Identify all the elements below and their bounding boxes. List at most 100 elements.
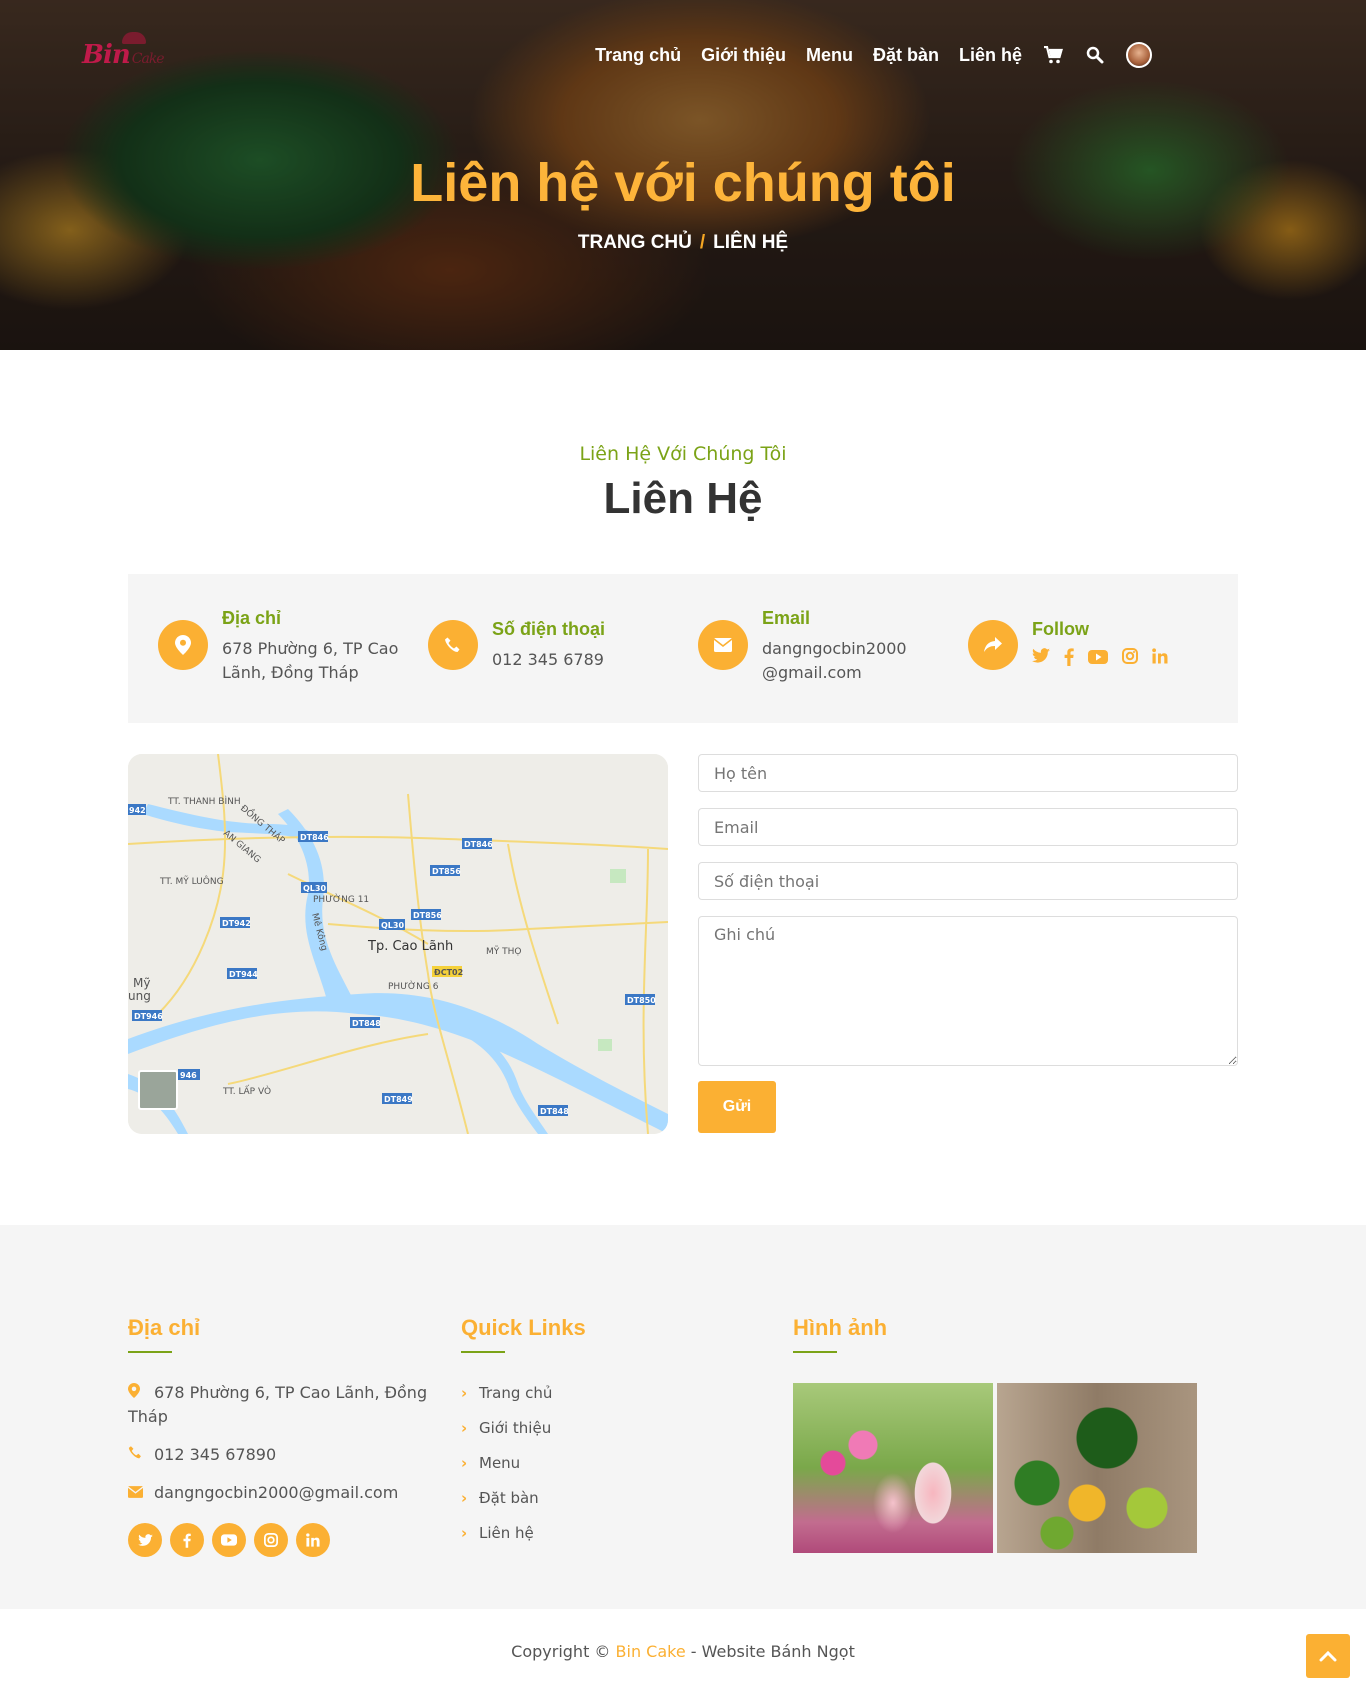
map-layer-toggle[interactable] — [138, 1070, 178, 1110]
road-label: DT944 — [229, 970, 258, 979]
road-label: DT846 — [300, 833, 329, 842]
copyright: Copyright © Bin Cake - Website Bánh Ngọt — [0, 1642, 1366, 1661]
footer-email-row: dangngocbin2000@gmail.com — [127, 1481, 428, 1505]
linkedin-icon[interactable] — [1152, 648, 1168, 671]
quick-link-booking[interactable]: › Đặt bàn — [461, 1480, 721, 1515]
map-marker-icon — [128, 1381, 154, 1405]
search-icon[interactable] — [1084, 44, 1106, 66]
breadcrumb: TRANG CHỦ / LIÊN HỆ — [0, 232, 1366, 254]
road-label: DT946 — [134, 1012, 163, 1021]
road-label: DT942 — [222, 919, 251, 928]
road-label: DT848 — [540, 1107, 569, 1116]
google-map[interactable]: TT. THANH BÌNH ĐỒNG THÁP AN GIANG TT. MỸ… — [128, 754, 668, 1134]
instagram-icon[interactable] — [254, 1523, 288, 1557]
footer-socials — [128, 1523, 428, 1557]
twitter-icon[interactable] — [128, 1523, 162, 1557]
quick-link-label: Giới thiệu — [479, 1418, 552, 1437]
info-address: Địa chỉ 678 Phường 6, TP Cao Lãnh, Đồng … — [158, 608, 398, 685]
follow-socials — [1032, 648, 1168, 671]
contact-info-box: Địa chỉ 678 Phường 6, TP Cao Lãnh, Đồng … — [128, 574, 1238, 723]
gallery — [793, 1383, 1213, 1553]
logo[interactable]: Bin Cake — [82, 32, 165, 70]
road-label: 942 — [129, 806, 146, 815]
youtube-icon[interactable] — [212, 1523, 246, 1557]
facebook-icon[interactable] — [170, 1523, 204, 1557]
gallery-image-vegetables[interactable] — [997, 1383, 1197, 1553]
twitter-icon[interactable] — [1032, 648, 1050, 671]
nav-about[interactable]: Giới thiệu — [701, 45, 786, 66]
email-label: Email — [762, 608, 811, 628]
name-input[interactable] — [698, 754, 1238, 792]
map-label: TT. MỸ LUÔNG — [159, 875, 224, 887]
hero-banner: Bin Cake Trang chủ Giới thiệu Menu Đặt bà… — [0, 0, 1366, 350]
road-label: 946 — [180, 1071, 197, 1080]
map-label: MỸ THỌ — [486, 946, 521, 957]
nav-booking[interactable]: Đặt bàn — [873, 45, 939, 66]
footer-phone: 012 345 67890 — [154, 1445, 277, 1464]
email-input[interactable] — [698, 808, 1238, 846]
back-to-top-button[interactable] — [1306, 1634, 1350, 1678]
chevron-right-icon: › — [461, 1488, 468, 1507]
cart-icon[interactable] — [1042, 44, 1064, 66]
footer-email: dangngocbin2000@gmail.com — [154, 1483, 399, 1502]
facebook-icon[interactable] — [1064, 648, 1074, 671]
quick-link-menu[interactable]: › Menu — [461, 1445, 721, 1480]
footer-links-col: Quick Links › Trang chủ › Giới thiệu › Menu… — [461, 1315, 721, 1550]
section-title: Liên Hệ — [603, 474, 763, 523]
chevron-right-icon: › — [461, 1383, 468, 1402]
quick-link-label: Liên hệ — [479, 1523, 534, 1542]
nav-menu[interactable]: Menu — [806, 45, 853, 66]
phone-label: Số điện thoại — [492, 619, 606, 639]
phone-icon — [428, 620, 478, 670]
envelope-icon — [698, 620, 748, 670]
youtube-icon[interactable] — [1088, 648, 1108, 671]
avatar[interactable] — [1126, 42, 1152, 68]
gallery-image-drinks[interactable] — [793, 1383, 993, 1553]
road-label: ĐCT02 — [434, 968, 463, 977]
address-line1: 678 Phường 6, TP Cao — [222, 639, 399, 658]
footer-address-col: Địa chỉ 678 Phường 6, TP Cao Lãnh, Đồng … — [127, 1315, 428, 1557]
copyright-brand-link[interactable]: Bin Cake — [616, 1642, 686, 1661]
quick-link-about[interactable]: › Giới thiệu — [461, 1410, 721, 1445]
info-phone: Số điện thoại 012 345 6789 — [428, 608, 605, 672]
map-label: TT. THANH BÌNH — [167, 795, 241, 807]
breadcrumb-separator: / — [699, 232, 706, 253]
heading-underline — [128, 1351, 172, 1353]
map-label: TT. LẤP VÒ — [222, 1085, 271, 1097]
submit-button[interactable]: Gửi — [698, 1081, 776, 1133]
info-email: Email dangngocbin2000 @gmail.com — [698, 608, 907, 685]
map-label: PHƯỜNG 6 — [388, 980, 439, 992]
map-marker-icon — [158, 620, 208, 670]
logo-suffix: Cake — [131, 51, 165, 67]
address-line2: Lãnh, Đồng Tháp — [222, 663, 359, 682]
nav-home[interactable]: Trang chủ — [595, 45, 681, 66]
quick-link-home[interactable]: › Trang chủ — [461, 1375, 721, 1410]
heading-underline — [461, 1351, 505, 1353]
footer-address-line1: 678 Phường 6, TP Cao Lãnh, Đồng — [154, 1383, 428, 1402]
info-follow: Follow — [968, 608, 1168, 671]
nav-contact[interactable]: Liên hệ — [959, 45, 1022, 66]
road-label: DT856 — [432, 867, 461, 876]
chevron-right-icon: › — [461, 1418, 468, 1437]
main-nav: Trang chủ Giới thiệu Menu Đặt bàn Liên h… — [595, 42, 1152, 68]
footer-gallery-col: Hình ảnh — [793, 1315, 1213, 1553]
note-textarea[interactable] — [698, 916, 1238, 1066]
chevron-right-icon: › — [461, 1453, 468, 1472]
linkedin-icon[interactable] — [296, 1523, 330, 1557]
footer-address-heading: Địa chỉ — [128, 1315, 201, 1340]
map-label: ung — [128, 989, 151, 1003]
breadcrumb-home[interactable]: TRANG CHỦ — [578, 232, 692, 253]
instagram-icon[interactable] — [1122, 648, 1138, 671]
share-icon — [968, 620, 1018, 670]
road-label: QL30 — [381, 921, 404, 930]
section-subtitle: Liên Hệ Với Chúng Tôi — [579, 443, 787, 465]
phone-input[interactable] — [698, 862, 1238, 900]
road-label: DT848 — [352, 1019, 381, 1028]
breadcrumb-current: LIÊN HỆ — [713, 232, 789, 253]
phone-value: 012 345 6789 — [492, 650, 604, 669]
quick-link-label: Trang chủ — [479, 1383, 553, 1402]
map-label: Mỹ — [133, 976, 150, 990]
road-label: DT846 — [464, 840, 493, 849]
quick-link-contact[interactable]: › Liên hệ — [461, 1515, 721, 1550]
address-label: Địa chỉ — [222, 608, 282, 628]
